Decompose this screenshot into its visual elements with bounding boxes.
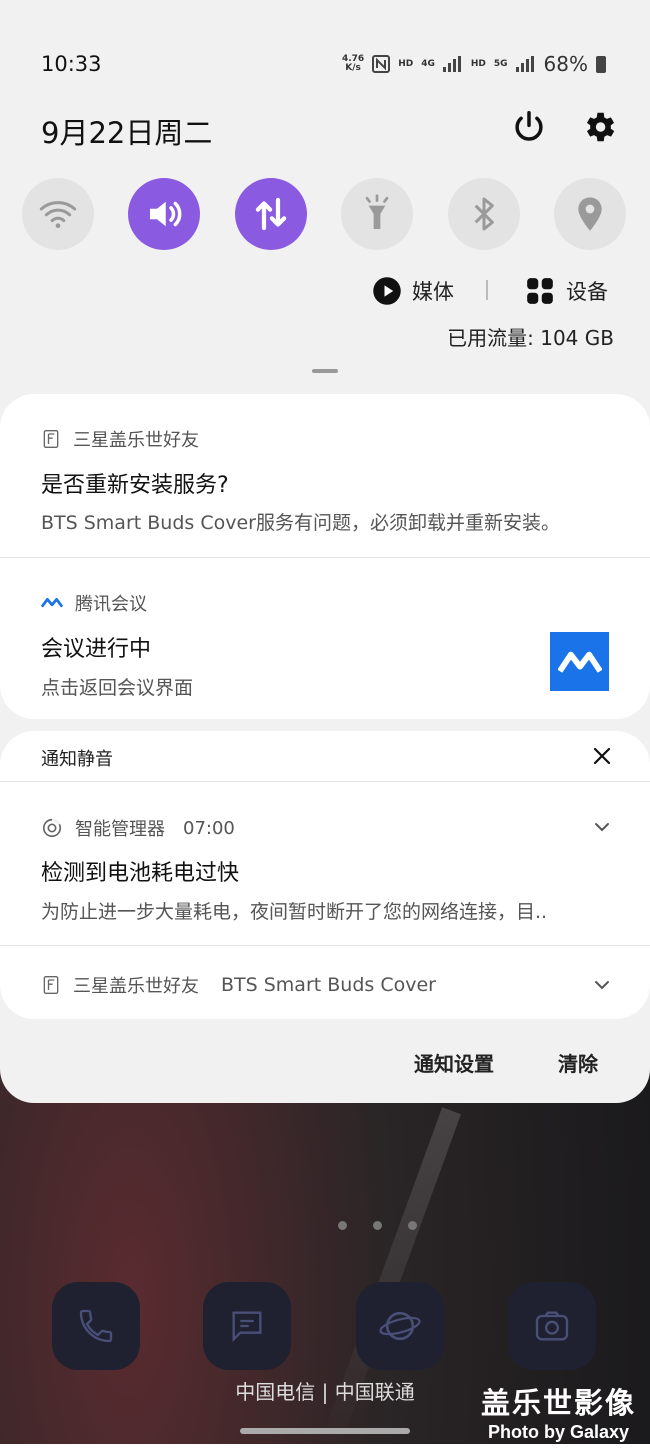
notif-2-body[interactable]: 点击返回会议界面 bbox=[41, 673, 193, 700]
tencent-meeting-thumbnail[interactable] bbox=[550, 632, 609, 691]
camera-app-icon[interactable] bbox=[508, 1282, 596, 1370]
phone-app-icon[interactable] bbox=[52, 1282, 140, 1370]
galaxy-friends-icon bbox=[43, 430, 59, 448]
notif-4-app[interactable]: 三星盖乐世好友 BTS Smart Buds Cover bbox=[41, 972, 436, 998]
camera-icon bbox=[535, 1311, 569, 1341]
flashlight-toggle[interactable] bbox=[341, 178, 413, 250]
internet-app-icon[interactable] bbox=[356, 1282, 444, 1370]
mobile-data-icon bbox=[255, 197, 287, 231]
watermark-subtitle: Photo by Galaxy bbox=[487, 1422, 630, 1442]
page-indicator[interactable] bbox=[338, 1221, 417, 1230]
notif-4-app-name: 三星盖乐世好友 bbox=[73, 976, 199, 997]
4g-label: 4G bbox=[421, 58, 435, 69]
wifi-toggle[interactable] bbox=[22, 178, 94, 250]
signal-1-icon bbox=[442, 56, 463, 72]
silent-section-header: 通知静音 bbox=[41, 749, 113, 770]
notif-2-app: 腾讯会议 bbox=[41, 590, 147, 616]
notif-divider bbox=[0, 781, 650, 782]
clear-button[interactable]: 清除 bbox=[558, 1048, 598, 1077]
notif-3-time: 07:00 bbox=[183, 817, 235, 839]
messages-icon bbox=[232, 1311, 262, 1343]
devices-grid-icon bbox=[527, 278, 553, 304]
notification-panel: 10:33 4.76 K/s HD 4G HD 5G 68% 9月22日周二 媒… bbox=[0, 0, 650, 1103]
play-circle-icon bbox=[373, 277, 401, 305]
messages-app-icon[interactable] bbox=[203, 1282, 291, 1370]
notif-3-body[interactable]: 为防止进一步大量耗电，夜间暂时断开了您的网络连接，目.. bbox=[41, 897, 547, 924]
notif-1-body[interactable]: BTS Smart Buds Cover服务有问题，必须卸载并重新安装。 bbox=[41, 508, 560, 535]
notif-3-app-name: 智能管理器 bbox=[75, 819, 165, 840]
gesture-bar[interactable] bbox=[240, 1428, 410, 1434]
hd-label: HD bbox=[398, 58, 414, 69]
network-speed-unit: K/s bbox=[345, 63, 361, 73]
mobile-data-toggle[interactable] bbox=[235, 178, 307, 250]
clock: 10:33 bbox=[41, 52, 102, 76]
status-icons: 4.76 K/s HD 4G HD 5G 68% bbox=[342, 52, 606, 76]
notif-3-app: 智能管理器 07:00 bbox=[41, 815, 235, 841]
5g-label: 5G bbox=[493, 58, 508, 69]
chevron-down-icon[interactable] bbox=[594, 822, 610, 832]
notif-divider bbox=[0, 945, 650, 946]
notif-2-title[interactable]: 会议进行中 bbox=[41, 631, 151, 663]
flashlight-icon bbox=[365, 194, 389, 229]
notif-2-app-name: 腾讯会议 bbox=[75, 594, 147, 615]
battery-percent: 68% bbox=[543, 52, 588, 76]
close-icon[interactable] bbox=[590, 744, 614, 768]
devices-label: 设备 bbox=[566, 280, 608, 304]
settings-gear-icon[interactable] bbox=[580, 108, 618, 146]
wifi-icon bbox=[39, 201, 77, 228]
bluetooth-icon bbox=[474, 197, 494, 231]
notif-4-subtitle: BTS Smart Buds Cover bbox=[221, 974, 436, 996]
notif-1-app: 三星盖乐世好友 bbox=[41, 426, 199, 452]
notif-divider bbox=[0, 557, 650, 558]
location-icon bbox=[578, 197, 602, 231]
power-icon[interactable] bbox=[510, 108, 548, 146]
devices-button[interactable]: 设备 bbox=[526, 276, 608, 306]
notif-3-title[interactable]: 检测到电池耗电过快 bbox=[41, 855, 239, 887]
tencent-meeting-logo-icon bbox=[557, 651, 602, 673]
media-label: 媒体 bbox=[412, 280, 454, 304]
watermark-title: 盖乐世影像 bbox=[480, 1386, 636, 1420]
media-output-button[interactable]: 媒体 bbox=[372, 276, 454, 306]
tencent-meeting-icon bbox=[41, 597, 63, 608]
network-speed: 4.76 K/s bbox=[342, 55, 364, 73]
panel-drag-handle[interactable] bbox=[312, 369, 338, 373]
device-care-icon bbox=[42, 818, 62, 838]
notif-1-app-name: 三星盖乐世好友 bbox=[73, 430, 199, 451]
chevron-down-icon[interactable] bbox=[594, 980, 610, 990]
notif-1-title[interactable]: 是否重新安装服务? bbox=[41, 467, 229, 499]
galaxy-friends-icon bbox=[43, 976, 59, 994]
battery-icon bbox=[596, 55, 606, 73]
bluetooth-toggle[interactable] bbox=[448, 178, 520, 250]
sound-icon bbox=[150, 201, 182, 227]
watermark: 盖乐世影像 Photo by Galaxy bbox=[481, 1380, 636, 1443]
hd-label-2: HD bbox=[470, 58, 486, 69]
location-toggle[interactable] bbox=[554, 178, 626, 250]
data-usage-label: 已用流量: 104 GB bbox=[447, 326, 614, 350]
media-devices-separator bbox=[486, 280, 488, 300]
signal-2-icon bbox=[515, 56, 536, 72]
phone-icon bbox=[79, 1309, 113, 1343]
nfc-icon bbox=[372, 55, 391, 73]
notification-settings-button[interactable]: 通知设置 bbox=[414, 1048, 494, 1077]
internet-icon bbox=[379, 1311, 421, 1341]
date-label[interactable]: 9月22日周二 bbox=[41, 110, 212, 152]
sound-toggle[interactable] bbox=[128, 178, 200, 250]
